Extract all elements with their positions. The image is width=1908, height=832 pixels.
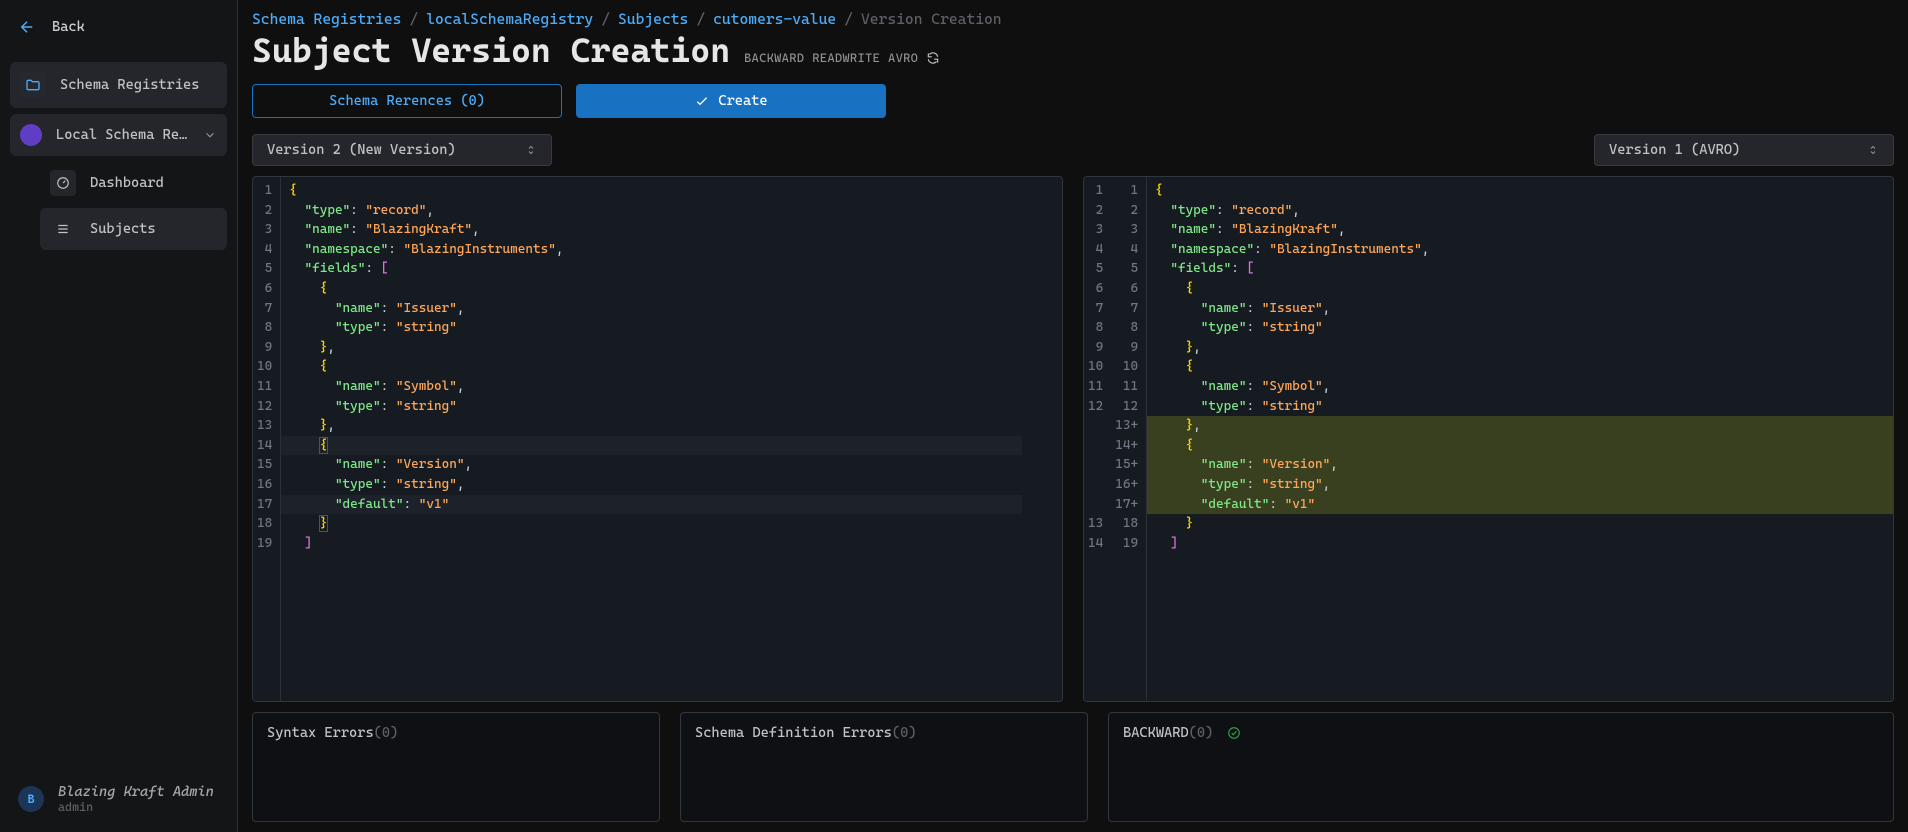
line-gutter: 12345678910111213141516171819 bbox=[253, 177, 281, 701]
select-icon bbox=[1867, 144, 1879, 156]
panel-count: (0) bbox=[892, 725, 917, 741]
sidebar-label: Schema Registries bbox=[60, 77, 199, 93]
sidebar-children: Dashboard Subjects bbox=[40, 162, 227, 254]
breadcrumb: Schema Registries / localSchemaRegistry … bbox=[252, 10, 1894, 28]
sidebar-subjects[interactable]: Subjects bbox=[40, 208, 227, 250]
panel-count: (0) bbox=[1189, 725, 1214, 741]
sidebar-label: Dashboard bbox=[90, 175, 164, 191]
sidebar-local-registry[interactable]: Local Schema Regi… bbox=[10, 114, 227, 156]
tag-compat: BACKWARD bbox=[744, 51, 804, 65]
panel-count: (0) bbox=[374, 725, 399, 741]
page-title: Subject Version Creation bbox=[252, 30, 730, 70]
arrow-left-icon bbox=[18, 18, 36, 36]
crumb-current: Version Creation bbox=[861, 10, 1002, 28]
check-circle-icon bbox=[1227, 726, 1241, 740]
tag-format: AVRO bbox=[888, 51, 918, 65]
sidebar-label: Subjects bbox=[90, 221, 156, 237]
schema-def-errors-panel: Schema Definition Errors(0) bbox=[680, 712, 1088, 822]
registry-dot-icon bbox=[20, 124, 42, 146]
minimap[interactable] bbox=[1022, 177, 1062, 701]
editor-left: 12345678910111213141516171819 { "type": … bbox=[252, 176, 1063, 702]
user-block[interactable]: B Blazing Kraft Admin admin bbox=[10, 776, 227, 822]
sidebar-dashboard[interactable]: Dashboard bbox=[40, 162, 227, 204]
crumb-local-registry[interactable]: localSchemaRegistry bbox=[426, 10, 593, 28]
version-left-select[interactable]: Version 2 (New Version) bbox=[252, 134, 552, 166]
crumb-schema-registries[interactable]: Schema Registries bbox=[252, 10, 401, 28]
chevron-down-icon bbox=[203, 128, 217, 142]
back-button[interactable]: Back bbox=[10, 10, 227, 44]
avatar: B bbox=[18, 786, 44, 812]
code-content[interactable]: { "type": "record", "name": "BlazingKraf… bbox=[1147, 177, 1893, 701]
tag-mode: READWRITE bbox=[812, 51, 880, 65]
create-button[interactable]: Create bbox=[576, 84, 886, 118]
back-label: Back bbox=[52, 19, 85, 35]
folder-icon bbox=[20, 72, 46, 98]
compat-panel: BACKWARD(0) bbox=[1108, 712, 1894, 822]
crumb-subjects[interactable]: Subjects bbox=[618, 10, 688, 28]
refresh-icon[interactable] bbox=[926, 51, 940, 65]
check-icon bbox=[694, 93, 710, 109]
list-icon bbox=[50, 216, 76, 242]
syntax-errors-panel: Syntax Errors(0) bbox=[252, 712, 660, 822]
sidebar-schema-registries[interactable]: Schema Registries bbox=[10, 62, 227, 108]
gauge-icon bbox=[50, 170, 76, 196]
panel-label: Syntax Errors bbox=[267, 725, 374, 741]
main: Schema Registries / localSchemaRegistry … bbox=[238, 0, 1908, 832]
crumb-subject-name[interactable]: cutomers-value bbox=[713, 10, 836, 28]
select-icon bbox=[525, 144, 537, 156]
panel-label: BACKWARD bbox=[1123, 725, 1189, 741]
user-name: Blazing Kraft Admin bbox=[58, 784, 214, 800]
schema-references-button[interactable]: Schema Rerences (0) bbox=[252, 84, 562, 118]
user-sub: admin bbox=[58, 800, 214, 814]
panel-label: Schema Definition Errors bbox=[695, 725, 892, 741]
diff-gutter: 123456789101112 1314 12345678910111213+1… bbox=[1084, 177, 1147, 701]
sidebar-label: Local Schema Regi… bbox=[56, 127, 189, 143]
code-editor-left[interactable]: 12345678910111213141516171819 { "type": … bbox=[252, 176, 1063, 702]
code-editor-right[interactable]: 123456789101112 1314 12345678910111213+1… bbox=[1083, 176, 1894, 702]
sidebar: Back Schema Registries Local Schema Regi… bbox=[0, 0, 238, 832]
version-right-select[interactable]: Version 1 (AVRO) bbox=[1594, 134, 1894, 166]
code-content[interactable]: { "type": "record", "name": "BlazingKraf… bbox=[281, 177, 1022, 701]
editor-right: 123456789101112 1314 12345678910111213+1… bbox=[1083, 176, 1894, 702]
